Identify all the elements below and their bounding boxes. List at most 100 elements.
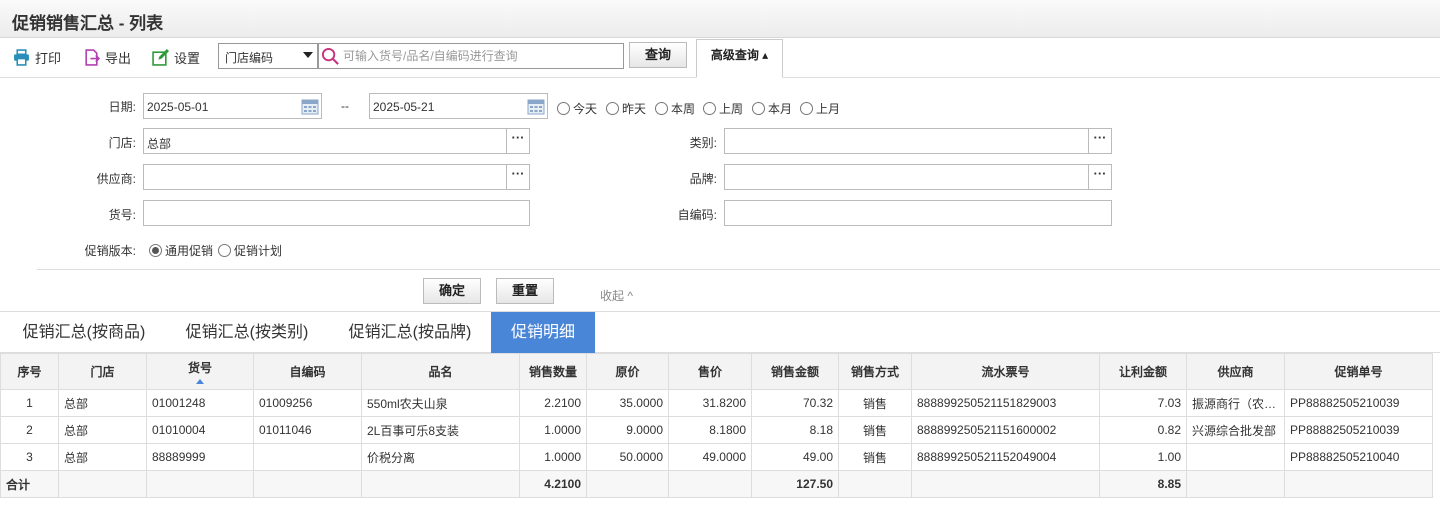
store-label: 门店:: [108, 136, 136, 150]
col-header-original-price[interactable]: 原价: [586, 353, 669, 390]
reset-button[interactable]: 重置: [496, 278, 554, 304]
supplier-picker-button[interactable]: ···: [506, 165, 529, 189]
search-icon: [321, 47, 339, 65]
cell-supplier: 振源商行（农…: [1186, 389, 1285, 417]
cell-promo-no: PP88882505210039: [1284, 389, 1433, 417]
col-header-product-name[interactable]: 品名: [361, 353, 520, 390]
edit-settings-icon: [152, 48, 169, 66]
total-row: 合计 4.2100 127.50 8.85: [0, 470, 1433, 498]
store-picker-button[interactable]: ···: [506, 129, 529, 153]
cell-sale-price: 31.8200: [668, 389, 752, 417]
col-header-self-code[interactable]: 自编码: [253, 353, 362, 390]
advanced-query-tab[interactable]: 高级查询 ▴: [696, 39, 783, 78]
cell-receipt-no: 888899250521151829003: [911, 389, 1100, 417]
chevron-down-icon: [303, 52, 313, 58]
cell-sales-qty: 1.0000: [519, 443, 587, 471]
cell-item-no: 01001248: [146, 389, 254, 417]
promo-version-general[interactable]: 通用促销: [149, 242, 213, 259]
query-button[interactable]: 查询: [629, 42, 687, 68]
title-bar: 促销销售汇总 - 列表: [0, 0, 1440, 38]
cell-product-name: 价税分离: [361, 443, 520, 471]
printer-icon: [14, 48, 29, 66]
self-code-label: 自编码:: [677, 208, 717, 222]
date-to-value: 2025-05-21: [373, 100, 435, 114]
total-discount-amount: 8.85: [1099, 470, 1187, 498]
store-field[interactable]: 总部 ···: [143, 128, 530, 154]
col-header-sale-price[interactable]: 售价: [668, 353, 752, 390]
quick-range-last-week[interactable]: 上周: [703, 100, 743, 117]
promo-version-plan[interactable]: 促销计划: [218, 242, 282, 259]
category-picker-button[interactable]: ···: [1088, 129, 1111, 153]
table-row[interactable]: 3 总部 88889999 价税分离 1.0000 50.0000 49.000…: [0, 443, 1433, 471]
date-to-field[interactable]: 2025-05-21: [369, 93, 548, 119]
date-from-field[interactable]: 2025-05-01: [143, 93, 322, 119]
export-label: 导出: [105, 50, 132, 66]
cell-discount-amount: 7.03: [1099, 389, 1187, 417]
cell-seq: 2: [0, 416, 59, 444]
brand-field[interactable]: ···: [724, 164, 1112, 190]
sort-ascending-icon: [196, 379, 204, 384]
col-header-store[interactable]: 门店: [58, 353, 147, 390]
total-label: 合计: [0, 470, 59, 498]
table-row[interactable]: 2 总部 01010004 01011046 2L百事可乐8支装 1.0000 …: [0, 416, 1433, 444]
col-header-item-no[interactable]: 货号: [146, 353, 254, 390]
cell-sales-amount: 49.00: [751, 443, 839, 471]
collapse-link[interactable]: 收起 ^: [600, 287, 633, 304]
col-header-sales-method[interactable]: 销售方式: [838, 353, 912, 390]
cell-self-code: [253, 443, 362, 471]
item-no-field[interactable]: [143, 200, 530, 226]
col-header-promo-no[interactable]: 促销单号: [1284, 353, 1433, 390]
cell-product-name: 2L百事可乐8支装: [361, 416, 520, 444]
settings-button[interactable]: 设置: [152, 47, 200, 67]
total-sales-amount: 127.50: [751, 470, 839, 498]
toolbar: 打印 导出 设置 门店编码 查询 高级查询 ▴: [0, 38, 1440, 78]
cell-original-price: 35.0000: [586, 389, 669, 417]
cell-item-no: 88889999: [146, 443, 254, 471]
table-row[interactable]: 1 总部 01001248 01009256 550ml农夫山泉 2.2100 …: [0, 389, 1433, 417]
self-code-field[interactable]: [724, 200, 1112, 226]
col-header-seq[interactable]: 序号: [0, 353, 59, 390]
col-header-sales-qty[interactable]: 销售数量: [519, 353, 587, 390]
tab-by-product[interactable]: 促销汇总(按商品): [10, 312, 158, 353]
cell-supplier: 兴源综合批发部: [1186, 416, 1285, 444]
brand-picker-button[interactable]: ···: [1088, 165, 1111, 189]
category-label: 类别:: [689, 136, 717, 150]
quick-range-this-month[interactable]: 本月: [752, 100, 792, 117]
col-header-discount-amount[interactable]: 让利金额: [1099, 353, 1187, 390]
cell-sale-price: 8.1800: [668, 416, 752, 444]
cell-item-no: 01010004: [146, 416, 254, 444]
export-button[interactable]: 导出: [83, 47, 131, 67]
col-header-receipt-no[interactable]: 流水票号: [911, 353, 1100, 390]
col-header-sales-amount[interactable]: 销售金额: [751, 353, 839, 390]
cell-receipt-no: 888899250521151600002: [911, 416, 1100, 444]
tab-by-category[interactable]: 促销汇总(按类别): [173, 312, 321, 353]
search-box: [318, 43, 624, 69]
cell-sales-qty: 2.2100: [519, 389, 587, 417]
quick-range-today[interactable]: 今天: [557, 100, 597, 117]
tab-promo-detail[interactable]: 促销明细: [491, 312, 595, 353]
supplier-label: 供应商:: [96, 172, 136, 186]
print-label: 打印: [35, 50, 62, 66]
quick-range-last-month[interactable]: 上月: [800, 100, 840, 117]
quick-range-yesterday[interactable]: 昨天: [606, 100, 646, 117]
cell-sales-method: 销售: [838, 389, 912, 417]
cell-sales-amount: 8.18: [751, 416, 839, 444]
cell-sales-method: 销售: [838, 443, 912, 471]
tab-by-brand[interactable]: 促销汇总(按品牌): [336, 312, 484, 353]
confirm-button[interactable]: 确定: [423, 278, 481, 304]
supplier-field[interactable]: ···: [143, 164, 530, 190]
quick-range-this-week[interactable]: 本周: [655, 100, 695, 117]
export-icon: [85, 48, 100, 66]
cell-supplier: [1186, 443, 1285, 471]
cell-self-code: 01011046: [253, 416, 362, 444]
print-button[interactable]: 打印: [13, 47, 61, 67]
category-field[interactable]: ···: [724, 128, 1112, 154]
report-tabs: 促销汇总(按商品) 促销汇总(按类别) 促销汇总(按品牌) 促销明细: [0, 312, 1440, 353]
filter-form: 日期: 2025-05-01 -- 2025-05-21 今天 昨天 本周 上周…: [0, 78, 1440, 312]
cell-seq: 1: [0, 389, 59, 417]
search-input[interactable]: [343, 47, 619, 65]
total-sales-qty: 4.2100: [519, 470, 587, 498]
col-header-supplier[interactable]: 供应商: [1186, 353, 1285, 390]
store-code-select[interactable]: 门店编码: [218, 43, 318, 69]
cell-promo-no: PP88882505210040: [1284, 443, 1433, 471]
